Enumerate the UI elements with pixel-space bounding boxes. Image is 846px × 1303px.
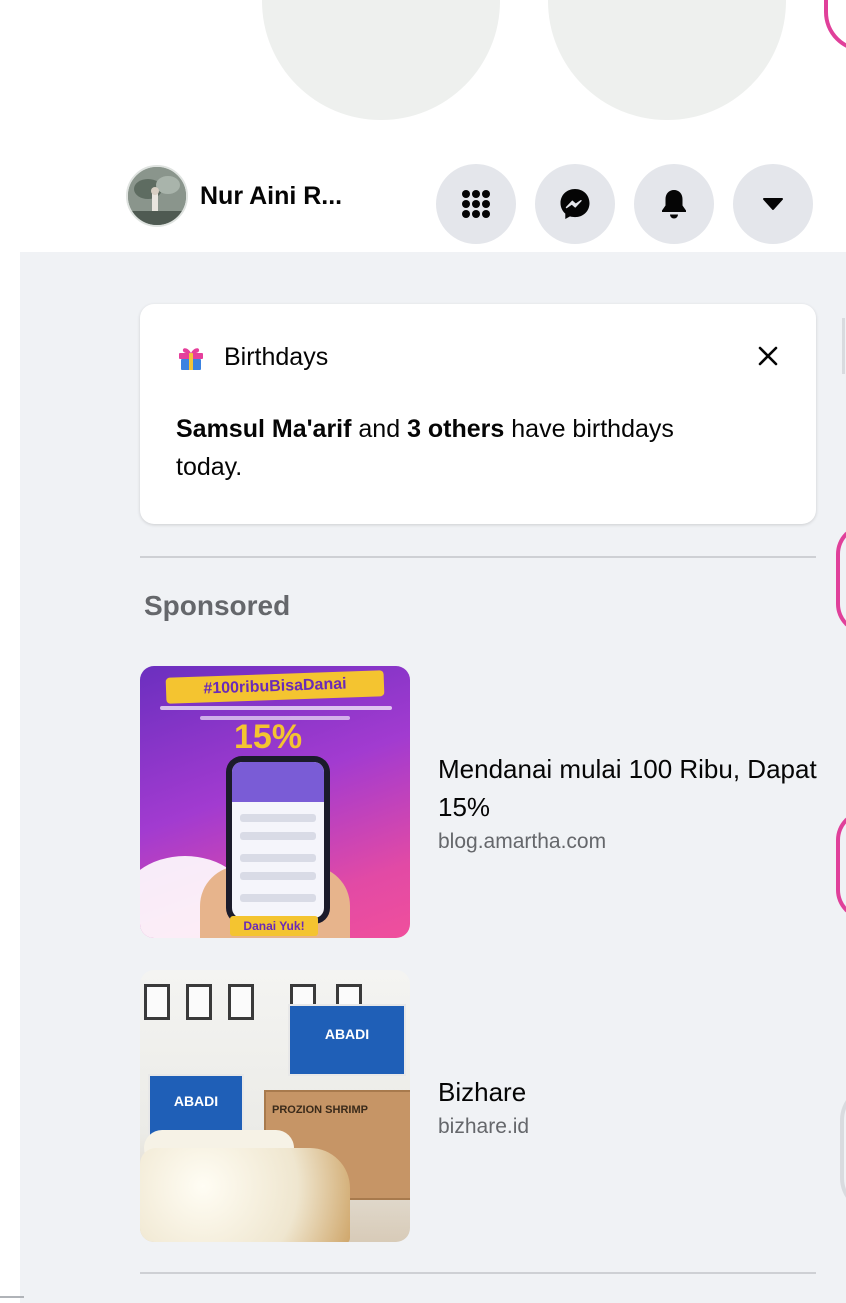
close-button[interactable] — [746, 334, 790, 378]
ad-phone-screen — [232, 762, 324, 918]
ad-info: Bizhare bizhare.id — [438, 1073, 818, 1139]
ad-phone-row — [240, 894, 316, 902]
messenger-icon — [560, 189, 590, 219]
background-circle-right — [548, 0, 786, 120]
top-header: Nur Aini R... — [0, 150, 846, 250]
avatar-photo-icon — [128, 167, 186, 225]
ad-hashtag-text: #100ribuBisaDanai — [165, 670, 385, 704]
background-pink-shape — [824, 0, 846, 52]
birthday-card[interactable]: Birthdays Samsul Ma'arif and 3 others ha… — [140, 304, 816, 524]
birthday-title: Birthdays — [224, 342, 329, 371]
birthday-header: Birthdays — [176, 342, 328, 372]
ad-domain: blog.amartha.com — [438, 830, 607, 853]
birthday-connector: and — [351, 415, 408, 443]
profile-link[interactable]: Nur Aini R... — [126, 165, 354, 227]
account-caret-icon — [763, 198, 783, 210]
ad-sign-abadi: ABADI — [288, 1004, 406, 1076]
notification-bell-icon — [662, 190, 686, 219]
menu-grid-icon — [462, 190, 490, 218]
ad-phone-row — [240, 814, 316, 822]
ad-phone-row — [240, 872, 316, 880]
background-circle-left — [262, 0, 500, 120]
birthday-person-name[interactable]: Samsul Ma'arif — [176, 415, 351, 443]
ad-phone-row — [240, 832, 316, 840]
ad-image-amartha[interactable]: #100ribuBisaDanai 15% Danai Yuk! — [140, 666, 410, 938]
ad-title[interactable]: Bizhare — [438, 1073, 818, 1111]
ad-wall-frame — [144, 984, 170, 1020]
ad-title[interactable]: Mendanai mulai 100 Ribu, Dapat 15% — [438, 750, 818, 826]
birthday-message: Samsul Ma'arif and 3 others have birthda… — [176, 410, 736, 486]
profile-name: Nur Aini R... — [200, 181, 343, 210]
section-divider — [140, 556, 816, 558]
ad-wall-frame — [186, 984, 212, 1020]
sponsored-ad-bizhare[interactable]: ABADI ABADI PROZION SHRIMP Bizhare bizha… — [140, 970, 816, 1242]
ad-phone-header — [232, 762, 324, 802]
ad-domain: bizhare.id — [438, 1115, 530, 1138]
ad-percent-text: 15% — [234, 718, 303, 756]
birthday-others-link[interactable]: 3 others — [407, 415, 504, 443]
ad-cta-text: Danai Yuk! — [230, 916, 318, 936]
close-icon — [758, 346, 778, 366]
facebook-right-sidebar: Nur Aini R... Birthdays Samsul Ma'arif a… — [0, 0, 846, 1303]
avatar — [126, 165, 188, 227]
ad-image-bizhare[interactable]: ABADI ABADI PROZION SHRIMP — [140, 970, 410, 1242]
messenger-button[interactable] — [535, 164, 615, 244]
sponsored-heading: Sponsored — [144, 590, 291, 621]
right-rail: Birthdays Samsul Ma'arif and 3 others ha… — [20, 252, 846, 1303]
edge-decoration — [842, 318, 846, 374]
section-divider — [140, 1272, 816, 1274]
notifications-button[interactable] — [634, 164, 714, 244]
ad-phone-illustration — [226, 756, 330, 924]
ad-info: Mendanai mulai 100 Ribu, Dapat 15% blog.… — [438, 750, 818, 854]
menu-button[interactable] — [436, 164, 516, 244]
gift-icon — [179, 348, 203, 370]
ad-phone-row — [240, 854, 316, 862]
sponsored-ad-amartha[interactable]: #100ribuBisaDanai 15% Danai Yuk! Mendana… — [140, 666, 818, 938]
ad-wall-frame — [228, 984, 254, 1020]
ad-box-label: PROZION SHRIMP — [272, 1104, 368, 1116]
ad-subline — [160, 706, 392, 710]
edge-decoration — [0, 1296, 24, 1298]
ad-product-cracker — [140, 1148, 350, 1242]
account-menu-button[interactable] — [733, 164, 813, 244]
